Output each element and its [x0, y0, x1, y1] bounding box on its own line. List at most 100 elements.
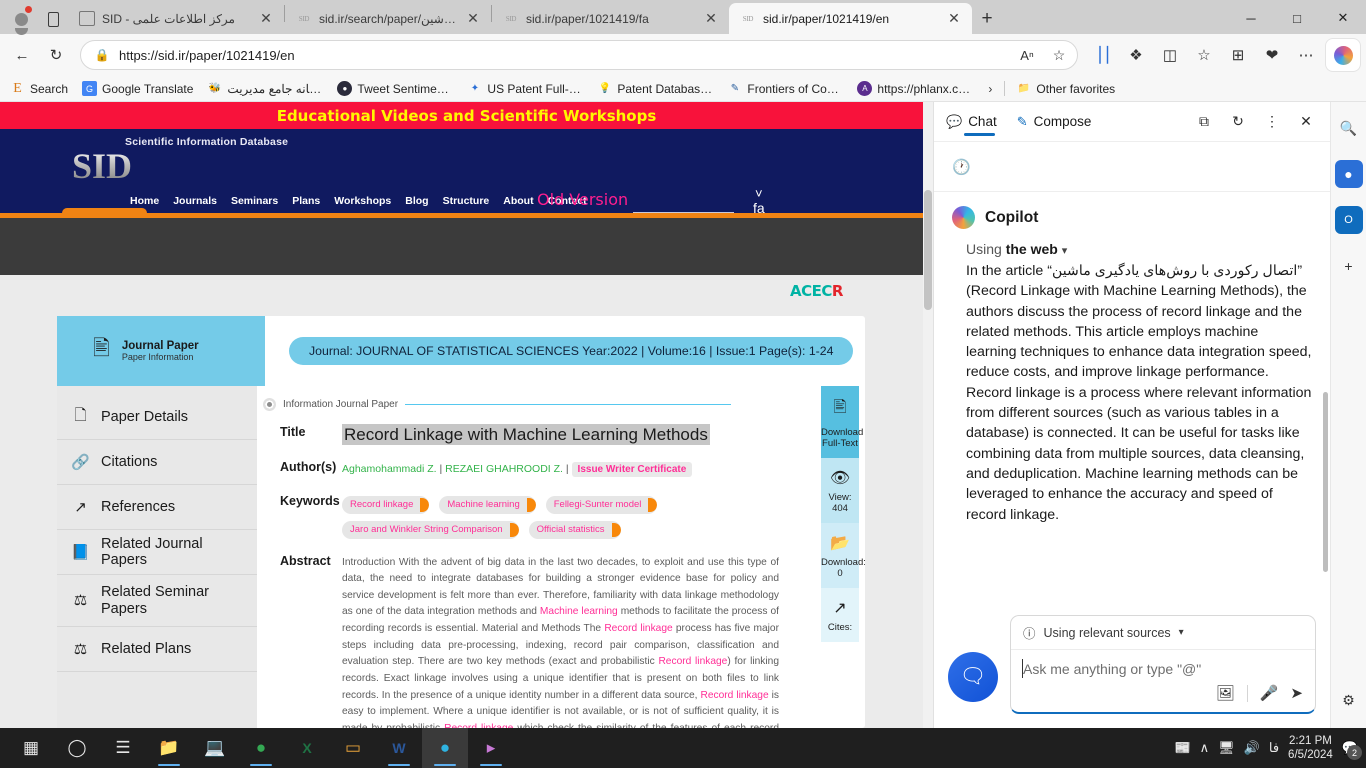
add-icon[interactable]: + — [1335, 252, 1363, 280]
remote-desktop-taskbar-item[interactable]: 💻 — [192, 728, 238, 768]
author-2[interactable]: REZAEI GHAHROODI Z. — [445, 463, 563, 475]
copilot-input-field[interactable]: Ask me anything or type "@" — [1011, 650, 1315, 680]
sidebar-item-references[interactable]: ↗ References — [57, 485, 257, 530]
start-button[interactable]: ▦ — [8, 728, 54, 768]
download-fulltext-button[interactable]: 🖹 Download Full-Text — [821, 386, 863, 458]
keyword-chip[interactable]: Record linkage — [342, 495, 430, 514]
favorite-star-icon[interactable]: ☆ — [1047, 43, 1071, 67]
task-view-button[interactable]: ☰ — [100, 728, 146, 768]
chevron-down-icon[interactable]: ▾ — [1062, 245, 1068, 257]
relevant-sources-row[interactable]: ⓘ Using relevant sources ▾ — [1011, 616, 1315, 650]
issue-writer-certificate-chip[interactable]: Issue Writer Certificate — [571, 461, 693, 477]
clock[interactable]: 2:21 PM 6/5/2024 — [1288, 734, 1333, 763]
tab-4-close-icon[interactable]: ✕ — [944, 9, 964, 29]
search-button[interactable]: ◯ — [54, 728, 100, 768]
new-tab-button[interactable]: + — [972, 4, 1002, 34]
sid-logo[interactable]: SID — [72, 148, 132, 184]
tab-2[interactable]: SID sid.ir/search/paper/یادگیری ماشین ✕ — [285, 3, 491, 34]
nav-structure[interactable]: Structure — [443, 195, 490, 207]
bookmark-frontiers[interactable]: ✎ Frontiers of Compu... — [721, 79, 849, 98]
edge-taskbar-item[interactable]: ● — [422, 728, 468, 768]
keyword-chip[interactable]: Jaro and Winkler String Comparison — [342, 520, 519, 539]
collections-icon[interactable]: ⊞ — [1222, 39, 1254, 71]
sidebar-item-related-plans[interactable]: ⚖ Related Plans — [57, 627, 257, 672]
settings-more-icon[interactable]: ⋯ — [1290, 39, 1322, 71]
nav-home[interactable]: Home — [130, 195, 159, 207]
bookmark-tweet-sentiment[interactable]: ● Tweet Sentiment Vi... — [331, 79, 459, 98]
other-favorites-folder[interactable]: 📁 Other favorites — [1010, 79, 1121, 98]
abstract-highlight[interactable]: Record linkage — [658, 656, 727, 667]
copilot-icon[interactable]: ● — [1334, 160, 1363, 188]
tab-1-close-icon[interactable]: ✕ — [256, 9, 276, 29]
read-aloud-icon[interactable]: Aⁿ — [1015, 43, 1039, 67]
close-icon[interactable]: ✕ — [1294, 110, 1318, 134]
send-icon[interactable]: ➤ — [1290, 684, 1303, 702]
extensions-icon[interactable]: ❖ — [1120, 39, 1152, 71]
nav-workshops[interactable]: Workshops — [334, 195, 391, 207]
nav-blog[interactable]: Blog — [405, 195, 428, 207]
outlook-icon[interactable]: O — [1334, 206, 1363, 234]
bookmark-samane[interactable]: 🐝 سامانه جامع مدیریت... — [201, 79, 329, 98]
bookmark-phlanx[interactable]: A https://phlanx.com/ — [851, 79, 979, 98]
search-icon[interactable]: 🔍 — [1335, 114, 1363, 142]
microphone-icon[interactable]: 🎤 — [1260, 684, 1279, 702]
copilot-source-row[interactable]: Using the web ▾ — [966, 241, 1312, 257]
open-in-new-icon[interactable]: ⧉ — [1192, 110, 1216, 134]
abstract-highlight[interactable]: Machine learning — [540, 606, 618, 617]
copilot-scrollbar-thumb[interactable] — [1323, 392, 1328, 572]
history-icon[interactable]: 🕐 — [952, 158, 971, 176]
settings-icon[interactable]: ⚙ — [1335, 686, 1363, 714]
endnote-taskbar-item[interactable]: ▭ — [330, 728, 376, 768]
tab-3[interactable]: SID sid.ir/paper/1021419/fa ✕ — [492, 3, 729, 34]
sidebar-item-related-seminar-papers[interactable]: ⚖ Related Seminar Papers — [57, 575, 257, 627]
excel-taskbar-item[interactable]: X — [284, 728, 330, 768]
news-icon[interactable]: 📰 — [1174, 740, 1190, 756]
page-scrollbar-thumb[interactable] — [924, 190, 932, 310]
copilot-toolbar-button[interactable] — [1326, 39, 1360, 71]
close-window-button[interactable]: ✕ — [1320, 2, 1366, 34]
chrome-taskbar-item[interactable]: ● — [238, 728, 284, 768]
tab-3-close-icon[interactable]: ✕ — [701, 9, 721, 29]
minimize-button[interactable]: ─ — [1228, 2, 1274, 34]
download-count-tile[interactable]: 📂 Download: 0 — [821, 523, 865, 588]
page-scrollbar[interactable] — [923, 102, 933, 728]
acecr-logo[interactable]: ACECR — [790, 282, 843, 300]
more-options-icon[interactable]: ⋮ — [1260, 110, 1284, 134]
reload-button-icon[interactable]: ↻ — [40, 39, 72, 71]
abstract-highlight[interactable]: Record linkage — [604, 623, 672, 634]
author-1[interactable]: Aghamohammadi Z. — [342, 463, 437, 475]
bookmarks-overflow-icon[interactable]: › — [981, 82, 999, 96]
sidebar-item-related-journal-papers[interactable]: 📘 Related Journal Papers — [57, 530, 257, 575]
bookmark-patent-database[interactable]: 💡 Patent Database Se... — [591, 79, 719, 98]
language-indicator[interactable]: فا — [1269, 740, 1279, 756]
keyword-chip[interactable]: Official statistics — [528, 520, 621, 539]
nav-plans[interactable]: Plans — [292, 195, 320, 207]
sidebar-item-citations[interactable]: 🔗 Citations — [57, 440, 257, 485]
split-screen-icon[interactable]: ◫ — [1154, 39, 1186, 71]
browser-essentials-icon[interactable]: ⎟⎟ — [1086, 39, 1118, 71]
tab-2-close-icon[interactable]: ✕ — [463, 9, 483, 29]
sid-top-banner[interactable]: Educational Videos and Scientific Worksh… — [0, 102, 933, 129]
tab-1[interactable]: SID - مرکز اطلاعات علمی ✕ — [68, 3, 284, 34]
browser-shopping-icon[interactable]: ❤ — [1256, 39, 1288, 71]
chevron-down-icon[interactable]: ▾ — [1179, 627, 1184, 638]
radio-icon[interactable] — [263, 398, 276, 411]
new-chat-button[interactable]: 🗨 — [948, 652, 998, 702]
refresh-icon[interactable]: ↻ — [1226, 110, 1250, 134]
language-switcher[interactable]: ˅ fa — [753, 187, 765, 216]
file-explorer-taskbar-item[interactable]: 📁 — [146, 728, 192, 768]
network-icon[interactable]: 🖥 — [1218, 740, 1235, 756]
volume-icon[interactable]: 🔊 — [1244, 740, 1260, 756]
copilot-input-box[interactable]: ⓘ Using relevant sources ▾ Ask me anythi… — [1010, 615, 1316, 714]
tab-compose[interactable]: ✎ Compose — [1017, 102, 1092, 142]
bookmark-us-patent[interactable]: ✦ US Patent Full-Text... — [461, 79, 589, 98]
keyword-chip[interactable]: Fellegi-Sunter model — [545, 495, 658, 514]
address-bar[interactable]: 🔒 https://sid.ir/paper/1021419/en Aⁿ ☆ — [80, 40, 1078, 70]
abstract-highlight[interactable]: Record linkage — [701, 690, 769, 701]
word-taskbar-item[interactable]: W — [376, 728, 422, 768]
media-player-taskbar-item[interactable]: ▸ — [468, 728, 514, 768]
tab-actions-button[interactable] — [38, 4, 68, 34]
profile-button[interactable] — [4, 4, 38, 35]
bookmark-google-translate[interactable]: G Google Translate — [76, 79, 199, 98]
old-version-link[interactable]: Old Version — [537, 190, 628, 209]
